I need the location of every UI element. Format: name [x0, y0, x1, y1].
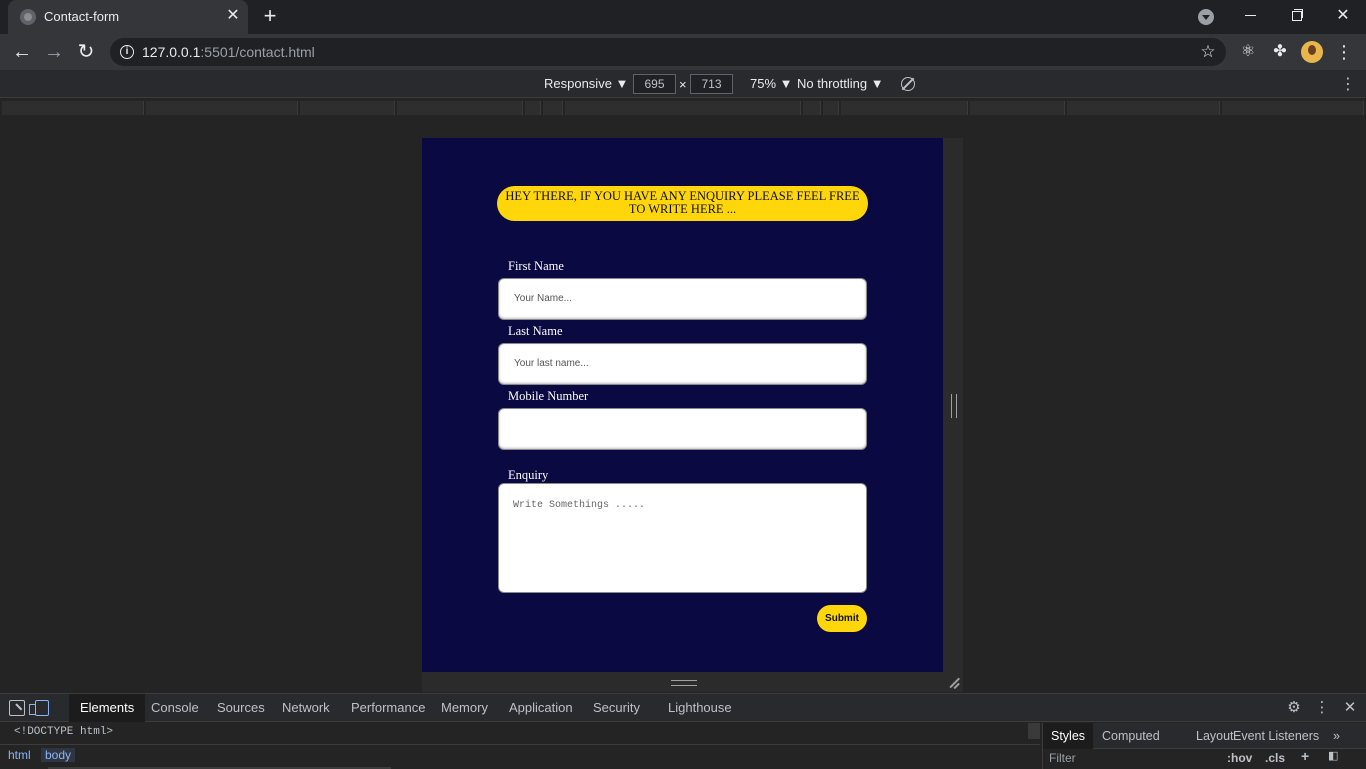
- styles-tab-bar: Styles Computed Layout Event Listeners »: [1043, 723, 1366, 749]
- browser-toolbar: ← → ↻ i 127.0.0.1:5501/contact.html ☆ ⚛ …: [0, 34, 1366, 70]
- ruler-segment[interactable]: [397, 101, 523, 115]
- devtools-panel: Elements Console Sources Network Perform…: [0, 693, 1366, 769]
- device-toolbar: Responsive ▼ 695 × 713 75% ▼ No throttli…: [0, 70, 1366, 98]
- styles-pane: Styles Computed Layout Event Listeners »…: [1042, 723, 1366, 769]
- tab-elements[interactable]: Elements: [69, 694, 146, 722]
- ruler-segment[interactable]: [970, 101, 1065, 115]
- tab-styles[interactable]: Styles: [1043, 723, 1094, 749]
- devtools-tab-bar: Elements Console Sources Network Perform…: [0, 694, 1366, 722]
- tab-title: Contact-form: [44, 9, 120, 24]
- ruler-segment[interactable]: [146, 101, 298, 115]
- first-name-input[interactable]: Your Name...: [498, 278, 867, 320]
- ruler-segment[interactable]: [525, 101, 541, 115]
- styles-filter-input[interactable]: Filter: [1049, 751, 1076, 765]
- mobile-number-input[interactable]: [498, 408, 867, 450]
- address-bar[interactable]: i 127.0.0.1:5501/contact.html ☆: [110, 38, 1226, 66]
- ruler-segment[interactable]: [841, 101, 968, 115]
- throttling-select[interactable]: No throttling ▼: [797, 76, 884, 91]
- tab-computed[interactable]: Computed: [1094, 723, 1168, 749]
- bookmark-star-icon[interactable]: ☆: [1198, 42, 1218, 62]
- ruler-segment[interactable]: [1067, 101, 1220, 115]
- ruler-segment[interactable]: [565, 101, 801, 115]
- restore-window-button[interactable]: [1285, 4, 1309, 28]
- ruler-segment[interactable]: [1222, 101, 1364, 115]
- rotate-icon[interactable]: [901, 77, 915, 91]
- tab-memory[interactable]: Memory: [430, 694, 499, 722]
- settings-gear-icon[interactable]: ⚙: [1285, 699, 1303, 717]
- new-tab-button[interactable]: +: [258, 5, 282, 29]
- tab-console[interactable]: Console: [140, 694, 210, 722]
- enquiry-textarea[interactable]: Write Somethings .....: [498, 483, 867, 593]
- breadcrumb-body[interactable]: body: [41, 748, 76, 762]
- media-query-ruler: [0, 99, 1366, 117]
- submit-button[interactable]: Submit: [817, 605, 867, 632]
- emulated-viewport: HEY THERE, IF YOU HAVE ANY ENQUIRY PLEAS…: [422, 138, 943, 672]
- device-mode-select[interactable]: Responsive ▼: [544, 76, 628, 91]
- back-button[interactable]: ←: [9, 39, 35, 65]
- device-more-icon[interactable]: ⋮: [1340, 74, 1356, 94]
- browser-menu-icon[interactable]: ⋮: [1334, 40, 1354, 64]
- tab-performance[interactable]: Performance: [340, 694, 436, 722]
- last-name-input[interactable]: Your last name...: [498, 343, 867, 385]
- tab-lighthouse[interactable]: Lighthouse: [657, 694, 743, 722]
- devtools-menu-icon[interactable]: ⋮: [1313, 699, 1331, 717]
- hover-state-toggle[interactable]: :hov: [1227, 751, 1252, 765]
- device-toggle-icon[interactable]: [29, 700, 49, 716]
- ruler-segment[interactable]: [543, 101, 563, 115]
- close-devtools-icon[interactable]: ✕: [1341, 699, 1359, 717]
- elements-scrollbar[interactable]: [1028, 723, 1040, 739]
- enquiry-banner: HEY THERE, IF YOU HAVE ANY ENQUIRY PLEAS…: [497, 186, 868, 221]
- browser-tab[interactable]: Contact-form ✕: [8, 0, 248, 34]
- resize-handle-icon[interactable]: [951, 394, 957, 418]
- react-devtools-icon[interactable]: ⚛: [1236, 40, 1260, 64]
- ruler-segment[interactable]: [823, 101, 839, 115]
- elements-pane: <!DOCTYPE html> html body: [0, 723, 1040, 769]
- site-info-icon[interactable]: i: [120, 45, 134, 59]
- enquiry-label: Enquiry: [508, 468, 549, 482]
- globe-icon: [20, 9, 36, 25]
- profile-avatar[interactable]: [1301, 41, 1323, 63]
- ruler-segment[interactable]: [2, 101, 144, 115]
- add-rule-icon[interactable]: +: [1301, 748, 1309, 764]
- viewport-height-input[interactable]: 713: [690, 74, 733, 94]
- extensions-puzzle-icon[interactable]: ✤: [1268, 40, 1292, 64]
- ruler-segment[interactable]: [803, 101, 821, 115]
- viewport-width-input[interactable]: 695: [633, 74, 676, 94]
- inspect-element-icon[interactable]: [9, 700, 25, 716]
- resize-handle-icon[interactable]: [671, 680, 697, 686]
- first-name-label: First Name: [508, 259, 564, 273]
- forward-button[interactable]: →: [41, 39, 67, 65]
- minimize-window-button[interactable]: [1239, 4, 1263, 28]
- corner-resize-icon[interactable]: [946, 676, 960, 690]
- last-name-label: Last Name: [508, 324, 563, 338]
- reload-button[interactable]: ↻: [73, 39, 99, 65]
- close-window-button[interactable]: ✕: [1331, 4, 1355, 28]
- zoom-select[interactable]: 75% ▼: [750, 76, 793, 91]
- close-tab-icon[interactable]: ✕: [224, 7, 242, 25]
- tab-strip: Contact-form ✕ + ✕: [0, 0, 1366, 34]
- tab-search-icon[interactable]: [1198, 9, 1214, 25]
- class-toggle[interactable]: .cls: [1265, 751, 1285, 765]
- tab-sources[interactable]: Sources: [206, 694, 276, 722]
- ruler-segment[interactable]: [300, 101, 395, 115]
- dom-doctype-node[interactable]: <!DOCTYPE html>: [14, 726, 113, 738]
- tab-event-listeners[interactable]: Event Listeners: [1225, 723, 1327, 749]
- breadcrumb-html[interactable]: html: [4, 748, 35, 762]
- sidebar-toggle-icon[interactable]: ◧: [1328, 749, 1338, 762]
- breadcrumb: html body: [0, 744, 1040, 766]
- url-text: 127.0.0.1:5501/contact.html: [142, 44, 315, 60]
- tab-security[interactable]: Security: [582, 694, 651, 722]
- tab-application[interactable]: Application: [498, 694, 584, 722]
- tab-network[interactable]: Network: [271, 694, 341, 722]
- mobile-number-label: Mobile Number: [508, 389, 589, 403]
- more-tabs-icon[interactable]: »: [1325, 723, 1348, 749]
- dimension-separator: ×: [679, 77, 687, 92]
